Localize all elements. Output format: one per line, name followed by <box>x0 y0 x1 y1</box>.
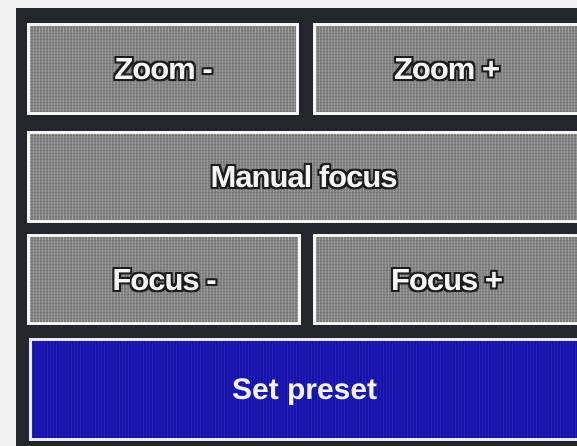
set-preset-button[interactable]: Set preset <box>29 338 577 441</box>
zoom-in-label: Zoom + <box>393 51 500 86</box>
zoom-out-label: Zoom - <box>114 51 212 86</box>
set-preset-label: Set preset <box>231 372 378 406</box>
manual-focus-label: Manual focus <box>210 159 397 194</box>
focus-plus-button[interactable]: Focus + <box>313 234 577 325</box>
camera-control-panel: Zoom - Zoom + Manual focus Focus - Focus… <box>16 8 577 446</box>
focus-minus-button[interactable]: Focus - <box>27 234 301 325</box>
zoom-out-button[interactable]: Zoom - <box>27 23 299 115</box>
focus-plus-label: Focus + <box>390 261 503 297</box>
focus-minus-label: Focus - <box>112 261 216 297</box>
manual-focus-button[interactable]: Manual focus <box>27 131 577 223</box>
zoom-in-button[interactable]: Zoom + <box>313 23 577 115</box>
